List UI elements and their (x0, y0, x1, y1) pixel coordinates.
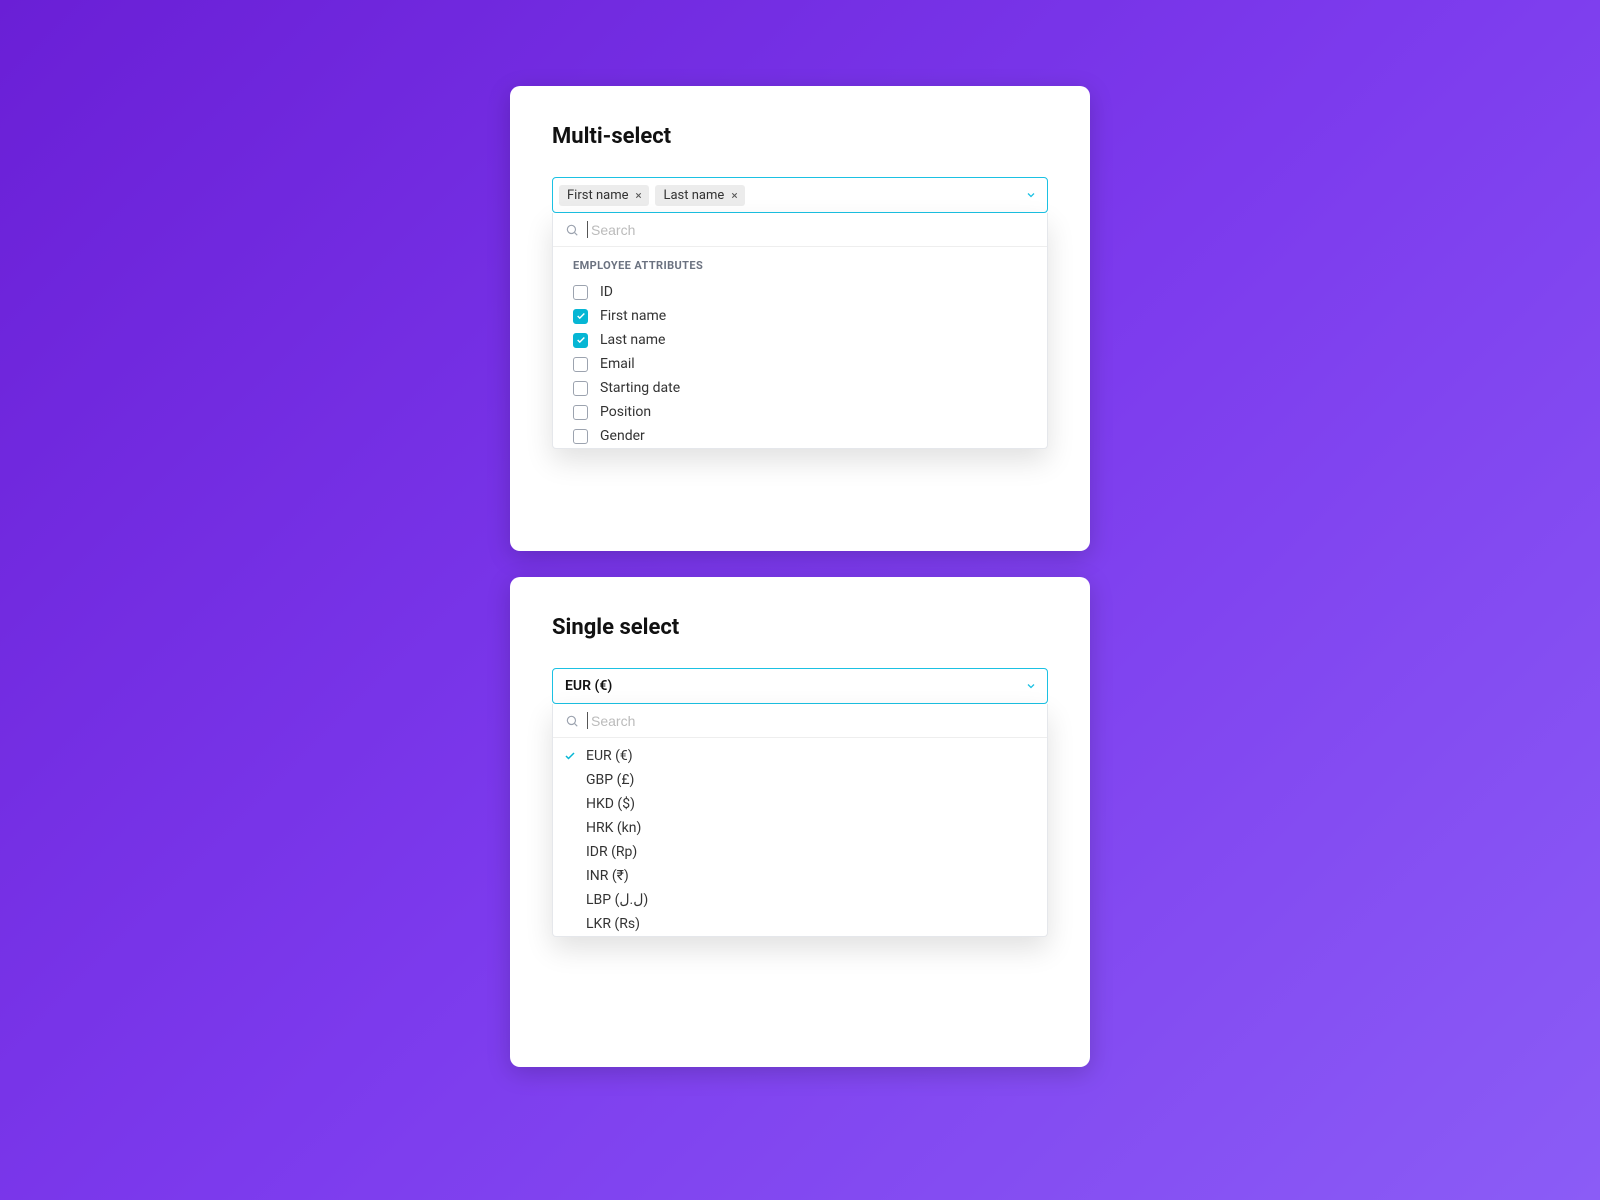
multi-select-option[interactable]: Position (553, 400, 1047, 424)
multi-select-option[interactable]: Starting date (553, 376, 1047, 400)
single-select-options: EUR (€) GBP (£) HKD ($) HRK (kn) IDR (Rp) INR… (553, 738, 1047, 936)
selected-value: EUR (€) (565, 678, 612, 694)
chevron-down-icon[interactable] (1025, 680, 1037, 692)
single-select-option[interactable]: INR (₹) (553, 864, 1047, 888)
option-label: EUR (€) (586, 748, 633, 764)
checkbox[interactable] (573, 357, 588, 372)
single-select-option[interactable]: HRK (kn) (553, 816, 1047, 840)
option-label: LBP (ل.ل) (586, 892, 648, 908)
search-row (553, 704, 1047, 738)
checkbox[interactable] (573, 285, 588, 300)
multi-select-box: First nameLast name EMPLOYEE ATTRIBUTES … (552, 177, 1048, 213)
selected-chips-container: First name Last name (559, 185, 745, 206)
multi-select-dropdown: EMPLOYEE ATTRIBUTES ID First name Last nam… (552, 213, 1048, 449)
single-select-option[interactable]: LKR (Rs) (553, 912, 1047, 936)
multi-select-option[interactable]: First name (553, 304, 1047, 328)
search-icon (565, 714, 579, 728)
option-label: HKD ($) (586, 796, 635, 812)
checkbox[interactable] (573, 333, 588, 348)
single-select-option[interactable]: GBP (£) (553, 768, 1047, 792)
single-select-dropdown: EUR (€) GBP (£) HKD ($) HRK (kn) IDR (Rp) INR… (552, 704, 1048, 937)
chip-label: Last name (663, 188, 724, 203)
check-icon (563, 750, 577, 762)
close-icon[interactable] (730, 191, 739, 200)
option-label: IDR (Rp) (586, 844, 637, 860)
single-select-input[interactable]: EUR (€) (552, 668, 1048, 704)
multi-select-option[interactable]: ID (553, 280, 1047, 304)
multi-select-option[interactable]: Email (553, 352, 1047, 376)
option-label: LKR (Rs) (586, 916, 640, 932)
option-label: Position (600, 404, 651, 420)
option-label: Starting date (600, 380, 680, 396)
search-icon (565, 223, 579, 237)
multi-select-card: Multi-select First name Last name EMPLOYE… (510, 86, 1090, 551)
single-select-title: Single select (552, 615, 1048, 640)
checkbox[interactable] (573, 309, 588, 324)
option-label: INR (₹) (586, 868, 629, 884)
option-label: HRK (kn) (586, 820, 641, 836)
option-label: Gender (600, 428, 645, 444)
option-label: Email (600, 356, 635, 372)
checkbox[interactable] (573, 405, 588, 420)
option-group-label: EMPLOYEE ATTRIBUTES (553, 257, 1047, 280)
checkbox[interactable] (573, 381, 588, 396)
single-select-box: EUR (€) EUR (€)GBP (£)HKD ($)HRK (kn)IDR… (552, 668, 1048, 704)
single-select-card: Single select EUR (€) EUR (€)GBP (£)HKD … (510, 577, 1090, 1067)
single-select-option[interactable]: HKD ($) (553, 792, 1047, 816)
checkbox[interactable] (573, 429, 588, 444)
option-label: GBP (£) (586, 772, 634, 788)
search-row (553, 213, 1047, 247)
search-input[interactable] (587, 221, 1035, 238)
single-select-option[interactable]: LBP (ل.ل) (553, 888, 1047, 912)
option-label: Last name (600, 332, 665, 348)
single-select-option[interactable]: EUR (€) (553, 744, 1047, 768)
multi-select-title: Multi-select (552, 124, 1048, 149)
multi-select-option[interactable]: Gender (553, 424, 1047, 448)
multi-select-input[interactable]: First name Last name (552, 177, 1048, 213)
option-label: ID (600, 284, 613, 300)
option-label: First name (600, 308, 666, 324)
chevron-down-icon[interactable] (1025, 189, 1037, 201)
close-icon[interactable] (634, 191, 643, 200)
selected-chip: First name (559, 185, 649, 206)
selected-chip: Last name (655, 185, 745, 206)
multi-select-option[interactable]: Last name (553, 328, 1047, 352)
multi-select-options: EMPLOYEE ATTRIBUTES ID First name Last nam… (553, 247, 1047, 448)
single-select-option[interactable]: IDR (Rp) (553, 840, 1047, 864)
chip-label: First name (567, 188, 628, 203)
search-input[interactable] (587, 712, 1035, 729)
